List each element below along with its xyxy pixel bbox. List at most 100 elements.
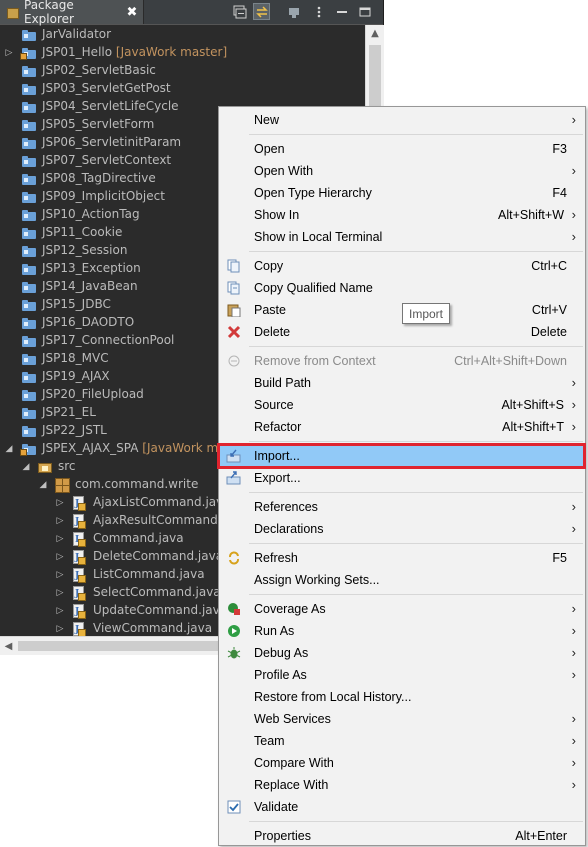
menu-item-show-in-local-terminal[interactable]: Show in Local Terminal › [220, 226, 584, 248]
menu-item-run-as[interactable]: Run As › [220, 620, 584, 642]
menu-item-replace-with[interactable]: Replace With › [220, 774, 584, 796]
collapse-all-icon[interactable] [232, 4, 248, 20]
link-with-editor-icon[interactable] [253, 3, 270, 20]
menu-item-team[interactable]: Team › [220, 730, 584, 752]
menu-separator [249, 134, 583, 135]
menu-item-label: Debug As [254, 646, 309, 660]
tree-item-label: JSP05_ServletForm [42, 117, 155, 131]
menu-item-label: Show In [254, 208, 300, 222]
menu-item-delete[interactable]: Delete Delete [220, 321, 584, 343]
expand-twisty-icon[interactable]: ▷ [55, 606, 65, 616]
expand-twisty-icon[interactable]: ▷ [55, 534, 65, 544]
expand-twisty-icon[interactable]: ▷ [55, 570, 65, 580]
menu-item-shortcut: Delete [530, 325, 567, 339]
tree-item-label: JSP07_ServletContext [42, 153, 172, 167]
tree-item-label: com.command.write [75, 477, 199, 491]
tree-item-label: JSP21_EL [42, 405, 96, 419]
tree-item-label: JSP03_ServletGetPost [42, 81, 171, 95]
menu-item-restore-from-local-history[interactable]: Restore from Local History... [220, 686, 584, 708]
menu-item-label: Replace With [254, 778, 329, 792]
submenu-arrow-icon: › [571, 601, 576, 616]
submenu-arrow-icon: › [571, 397, 576, 412]
menu-separator [249, 821, 583, 822]
menu-item-profile-as[interactable]: Profile As › [220, 664, 584, 686]
tree-item-label: JSP12_Session [42, 243, 128, 257]
tree-item-jsp03-servletgetpost[interactable]: JSP03_ServletGetPost [0, 80, 365, 98]
menu-item-export[interactable]: Export... [220, 467, 584, 489]
collapse-twisty-icon[interactable]: ◢ [21, 462, 31, 472]
menu-item-refresh[interactable]: Refresh F5 [220, 547, 584, 569]
remove-context-icon [226, 353, 242, 369]
minimize-icon[interactable] [334, 4, 350, 20]
scroll-up-icon[interactable]: ▲ [366, 25, 384, 42]
menu-item-coverage-as[interactable]: Coverage As › [220, 598, 584, 620]
import-icon [226, 448, 242, 464]
java-project-icon [22, 335, 36, 347]
java-class-file-icon: J [73, 622, 86, 636]
menu-item-label: Properties [254, 829, 311, 843]
expand-twisty-icon[interactable]: ▷ [55, 498, 65, 508]
view-menu-icon[interactable] [311, 4, 327, 20]
scroll-left-icon[interactable]: ◀ [0, 637, 17, 655]
expand-twisty-icon[interactable]: ▷ [4, 48, 14, 58]
tree-item-jarvalidator[interactable]: JarValidator [0, 26, 365, 44]
submenu-arrow-icon: › [571, 499, 576, 514]
menu-item-label: Open With [254, 164, 314, 178]
menu-item-label: Profile As [254, 668, 307, 682]
tree-item-label: JSP22_JSTL [42, 423, 107, 437]
coverage-icon [226, 601, 242, 617]
menu-item-shortcut: Alt+Shift+S [501, 398, 564, 412]
menu-item-shortcut: F3 [552, 142, 567, 156]
menu-separator [249, 543, 583, 544]
git-branch-decoration: [JavaWork master] [112, 45, 228, 59]
tree-item-jsp01-hello[interactable]: ▷ JSP01_Hello [JavaWork master] [0, 44, 365, 62]
menu-item-open-with[interactable]: Open With › [220, 160, 584, 182]
menu-item-build-path[interactable]: Build Path › [220, 372, 584, 394]
menu-item-source[interactable]: Source Alt+Shift+S › [220, 394, 584, 416]
menu-item-open[interactable]: Open F3 [220, 138, 584, 160]
expand-twisty-icon[interactable]: ▷ [55, 552, 65, 562]
menu-item-copy-qualified-name[interactable]: Copy Qualified Name [220, 277, 584, 299]
focus-on-active-task-icon[interactable] [286, 4, 302, 20]
expand-twisty-icon[interactable]: ▷ [55, 588, 65, 598]
java-project-icon [22, 263, 36, 275]
menu-item-refactor[interactable]: Refactor Alt+Shift+T › [220, 416, 584, 438]
submenu-arrow-icon: › [571, 623, 576, 638]
menu-item-properties[interactable]: Properties Alt+Enter [220, 825, 584, 847]
java-project-icon [22, 83, 36, 95]
submenu-arrow-icon: › [571, 207, 576, 222]
expand-twisty-icon[interactable]: ▷ [55, 624, 65, 634]
menu-item-shortcut: Alt+Enter [515, 829, 567, 843]
export-icon [226, 470, 242, 486]
menu-item-references[interactable]: References › [220, 496, 584, 518]
horizontal-scroll-thumb[interactable] [18, 641, 228, 651]
menu-item-label: New [254, 113, 280, 127]
menu-item-show-in[interactable]: Show In Alt+Shift+W › [220, 204, 584, 226]
collapse-twisty-icon[interactable]: ◢ [38, 480, 48, 490]
view-title: Package Explorer [24, 0, 74, 26]
menu-item-compare-with[interactable]: Compare With › [220, 752, 584, 774]
menu-item-import[interactable]: Import... [220, 445, 584, 467]
tree-item-label: JSP19_AJAX [42, 369, 110, 383]
menu-item-open-type-hierarchy[interactable]: Open Type Hierarchy F4 [220, 182, 584, 204]
menu-item-web-services[interactable]: Web Services › [220, 708, 584, 730]
tree-item-label: JSP10_ActionTag [42, 207, 140, 221]
menu-item-declarations[interactable]: Declarations › [220, 518, 584, 540]
menu-item-assign-working-sets[interactable]: Assign Working Sets... [220, 569, 584, 591]
maximize-icon[interactable] [357, 4, 373, 20]
close-icon[interactable]: ✖ [125, 5, 139, 20]
collapse-twisty-icon[interactable]: ◢ [4, 444, 14, 454]
context-menu: New › Open F3 Open With › Open Type Hierarchy F… [218, 106, 586, 846]
package-icon [55, 478, 70, 493]
menu-item-validate[interactable]: Validate [220, 796, 584, 818]
menu-item-copy[interactable]: Copy Ctrl+C [220, 255, 584, 277]
menu-item-new[interactable]: New › [220, 109, 584, 131]
expand-twisty-icon[interactable]: ▷ [55, 516, 65, 526]
refresh-icon [226, 550, 242, 566]
package-explorer-tab[interactable]: Package Explorer ✖ [0, 0, 144, 26]
submenu-arrow-icon: › [571, 667, 576, 682]
menu-item-label: Delete [254, 325, 291, 339]
tree-item-jsp02-servletbasic[interactable]: JSP02_ServletBasic [0, 62, 365, 80]
menu-item-debug-as[interactable]: Debug As › [220, 642, 584, 664]
java-class-file-icon: J [73, 550, 86, 565]
